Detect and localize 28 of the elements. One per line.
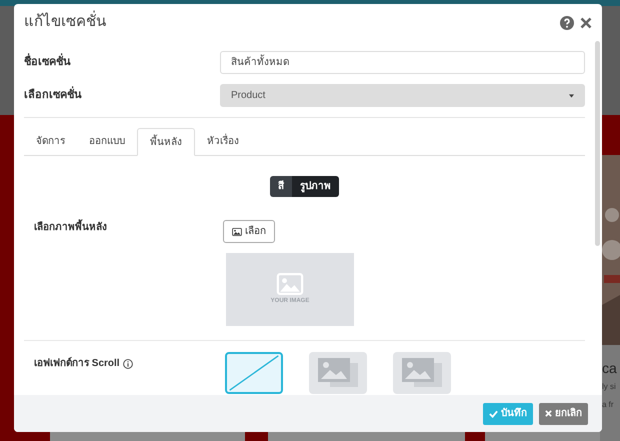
tab[interactable]: จัดการ: [24, 128, 77, 155]
cancel-button[interactable]: ยกเลิก: [539, 402, 588, 424]
image-icon: [276, 273, 304, 295]
background-type-toggle[interactable]: รูปภาพ: [292, 176, 339, 197]
field-label: เลือกภาพพื้นหลัง: [34, 220, 223, 326]
input-field[interactable]: สินค้าทั้งหมด: [220, 51, 585, 74]
card-text: ly si: [602, 381, 617, 393]
help-icon[interactable]: [560, 16, 574, 30]
card-title: ca: [602, 361, 618, 375]
field-label: ชื่อเซคชั่น: [24, 54, 220, 71]
tab[interactable]: พื้นหลัง: [137, 128, 195, 156]
card-text: a fr: [602, 399, 615, 411]
background-type-toggle[interactable]: สี: [270, 176, 292, 197]
close-icon: [545, 410, 552, 417]
diagonal-line-icon: [227, 354, 281, 392]
check-icon: [489, 410, 498, 418]
close-icon[interactable]: [580, 16, 592, 28]
tab[interactable]: หัวเรื่อง: [195, 128, 251, 155]
image-icon: [232, 228, 242, 236]
choose-image-button[interactable]: เลือก: [223, 220, 275, 243]
tab[interactable]: ออกแบบ: [77, 128, 137, 155]
stacked-images-icon: [316, 357, 360, 389]
caret-icon: [569, 94, 574, 98]
field-label: เลือกเซคชั่น: [24, 87, 220, 104]
info-icon[interactable]: [122, 358, 133, 368]
stacked-images-icon: [400, 357, 444, 389]
field-label: เอฟเฟกต์การ Scroll: [34, 356, 120, 371]
dialog-title: แก้ไขเซคชั่น: [24, 11, 106, 34]
